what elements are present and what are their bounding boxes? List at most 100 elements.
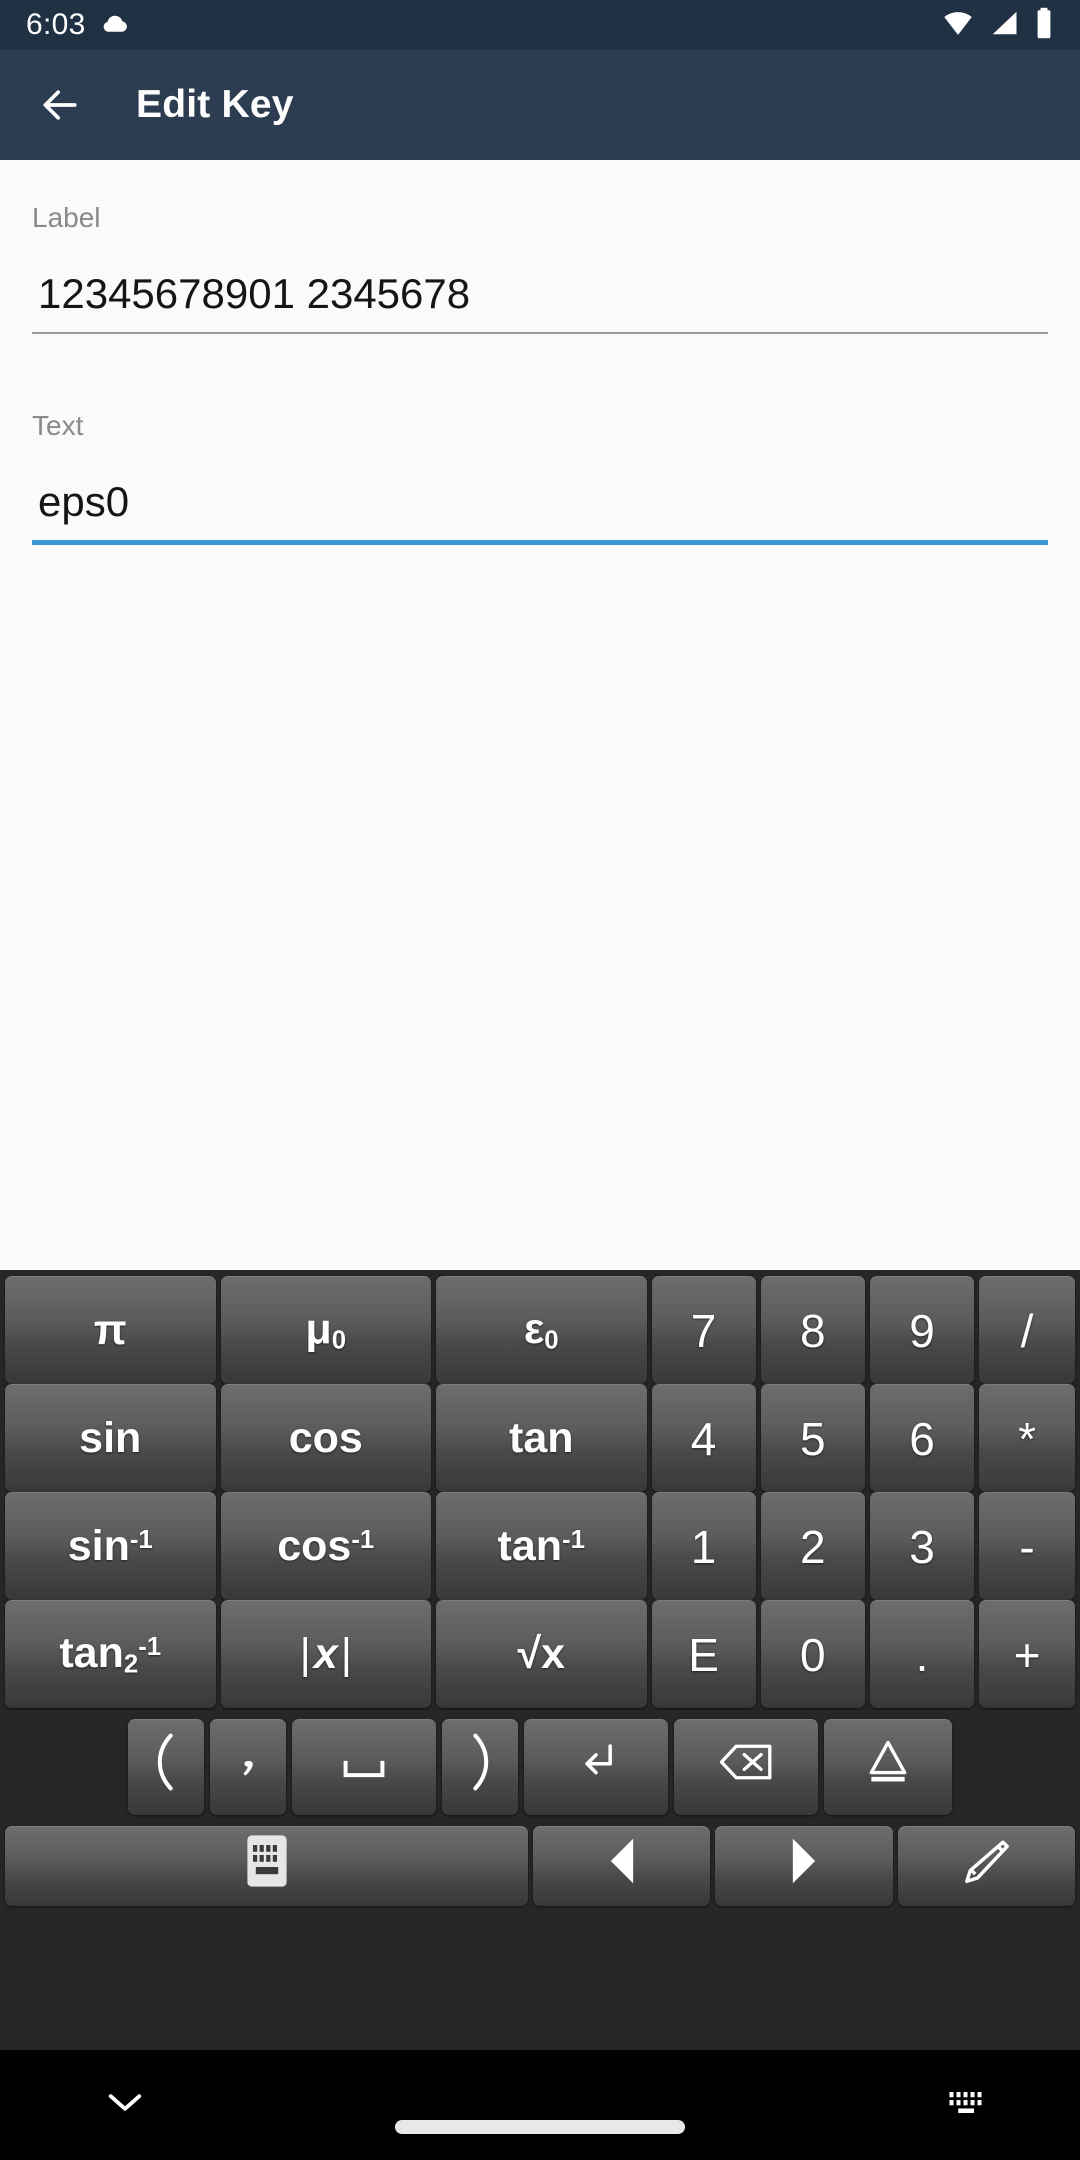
- key-label: 0: [800, 1628, 826, 1681]
- key-label: μ0: [305, 1305, 347, 1355]
- key-tan[interactable]: tan: [436, 1384, 647, 1492]
- key-5[interactable]: 5: [760, 1384, 865, 1492]
- key-backspace[interactable]: [674, 1719, 818, 1815]
- key-divide[interactable]: /: [979, 1276, 1075, 1384]
- key-paren-open[interactable]: [128, 1719, 204, 1815]
- keyboard-row-3: sin-1 cos-1 tan-1 1 2 3 -: [2, 1492, 1078, 1600]
- key-label: sin: [79, 1414, 142, 1462]
- key-9[interactable]: 9: [869, 1276, 975, 1384]
- key-label: 5: [800, 1412, 826, 1465]
- key-edit[interactable]: [897, 1826, 1075, 1906]
- key-label: tan-1: [497, 1522, 585, 1570]
- key-4[interactable]: 4: [651, 1384, 756, 1492]
- cloud-icon: [100, 8, 130, 43]
- key-label: .: [915, 1628, 929, 1681]
- keyboard-row-5: [2, 1713, 1078, 1815]
- key-sin[interactable]: sin: [5, 1384, 216, 1492]
- key-label: π: [93, 1306, 127, 1354]
- key-6[interactable]: 6: [869, 1384, 975, 1492]
- text-input-underline: [32, 540, 1048, 545]
- key-plus[interactable]: +: [979, 1600, 1075, 1708]
- key-label: tan: [509, 1414, 574, 1462]
- key-label: -: [1019, 1520, 1035, 1573]
- key-label: E: [688, 1628, 719, 1681]
- key-label: ε0: [523, 1305, 559, 1355]
- key-label: +: [1013, 1628, 1041, 1681]
- key-enter[interactable]: [524, 1719, 668, 1815]
- key-1[interactable]: 1: [651, 1492, 756, 1600]
- key-switch-keyboard[interactable]: [5, 1826, 529, 1906]
- key-label: 2: [800, 1520, 826, 1573]
- key-minus[interactable]: -: [979, 1492, 1075, 1600]
- status-bar: 6:03: [0, 0, 1080, 50]
- key-cursor-right[interactable]: [715, 1826, 893, 1906]
- key-abs[interactable]: |x|: [220, 1600, 431, 1708]
- paren-close-icon: [465, 1731, 495, 1804]
- key-pi[interactable]: π: [5, 1276, 216, 1384]
- cell-signal-icon: [988, 8, 1020, 43]
- key-shift[interactable]: [824, 1719, 952, 1815]
- key-label: *: [1018, 1412, 1036, 1465]
- arrow-right-icon: [783, 1835, 825, 1898]
- text-field-group: Text eps0: [32, 410, 1048, 545]
- wifi-icon: [942, 8, 974, 43]
- chevron-down-icon[interactable]: [106, 2091, 144, 2120]
- keyboard-row-4: tan2-1 |x| √x E 0. +: [2, 1600, 1078, 1708]
- key-label: |x|: [299, 1630, 352, 1678]
- text-field-caption: Text: [32, 410, 84, 441]
- keyboard-icon[interactable]: [946, 2088, 988, 2123]
- key-label: tan2-1: [59, 1629, 162, 1679]
- key-multiply[interactable]: *: [979, 1384, 1075, 1492]
- home-gesture-pill[interactable]: [395, 2120, 685, 2134]
- key-8[interactable]: 8: [760, 1276, 865, 1384]
- key-label: /: [1020, 1304, 1034, 1357]
- key-label: cos: [288, 1414, 363, 1462]
- edit-key-form: Label 12345678901 2345678 Text eps0: [0, 160, 1080, 1270]
- key-acos[interactable]: cos-1: [220, 1492, 431, 1600]
- app-screen: 6:03 Edit Key Label 12345678901 2345678 …: [0, 0, 1080, 2160]
- key-paren-close[interactable]: [442, 1719, 518, 1815]
- enter-icon: [573, 1739, 619, 1796]
- label-field-group: Label 12345678901 2345678: [32, 202, 1048, 334]
- key-label: cos-1: [277, 1522, 375, 1570]
- key-label: √x: [517, 1630, 565, 1678]
- key-atan2[interactable]: tan2-1: [5, 1600, 216, 1708]
- key-E[interactable]: E: [651, 1600, 756, 1708]
- key-asin[interactable]: sin-1: [5, 1492, 216, 1600]
- page-title: Edit Key: [136, 83, 294, 126]
- key-cursor-left[interactable]: [533, 1826, 711, 1906]
- arrow-back-icon[interactable]: [30, 75, 90, 135]
- key-label: 8: [800, 1304, 826, 1357]
- shift-icon: [866, 1739, 910, 1796]
- keyboard-icon: [245, 1833, 289, 1900]
- status-bar-right: [942, 7, 1054, 44]
- key-sqrt[interactable]: √x: [436, 1600, 647, 1708]
- keyboard-row-6: [2, 1820, 1078, 1906]
- label-field-caption: Label: [32, 202, 101, 233]
- key-label: 3: [909, 1520, 935, 1573]
- keyboard-row-1: π μ0 ε0 7 8 9 /: [2, 1276, 1078, 1384]
- battery-icon: [1034, 7, 1054, 44]
- key-epsilon0[interactable]: ε0: [436, 1276, 647, 1384]
- key-space[interactable]: [292, 1719, 436, 1815]
- key-2[interactable]: 2: [760, 1492, 865, 1600]
- key-cos[interactable]: cos: [220, 1384, 431, 1492]
- comma-icon: [237, 1739, 259, 1796]
- key-label: 4: [690, 1412, 717, 1465]
- paren-open-icon: [151, 1731, 181, 1804]
- app-bar: Edit Key: [0, 50, 1080, 160]
- label-input-underline: [32, 332, 1048, 334]
- key-label: 1: [690, 1520, 717, 1573]
- key-comma[interactable]: [210, 1719, 286, 1815]
- key-0[interactable]: 0: [760, 1600, 865, 1708]
- text-input[interactable]: eps0: [32, 478, 1048, 540]
- key-atan[interactable]: tan-1: [436, 1492, 647, 1600]
- key-7[interactable]: 7: [651, 1276, 756, 1384]
- key-decimal[interactable]: .: [869, 1600, 975, 1708]
- key-label: sin-1: [67, 1522, 153, 1570]
- key-mu0[interactable]: μ0: [220, 1276, 431, 1384]
- pencil-icon: [959, 1836, 1013, 1897]
- arrow-left-icon: [601, 1835, 643, 1898]
- label-input[interactable]: 12345678901 2345678: [32, 270, 1048, 332]
- key-3[interactable]: 3: [869, 1492, 975, 1600]
